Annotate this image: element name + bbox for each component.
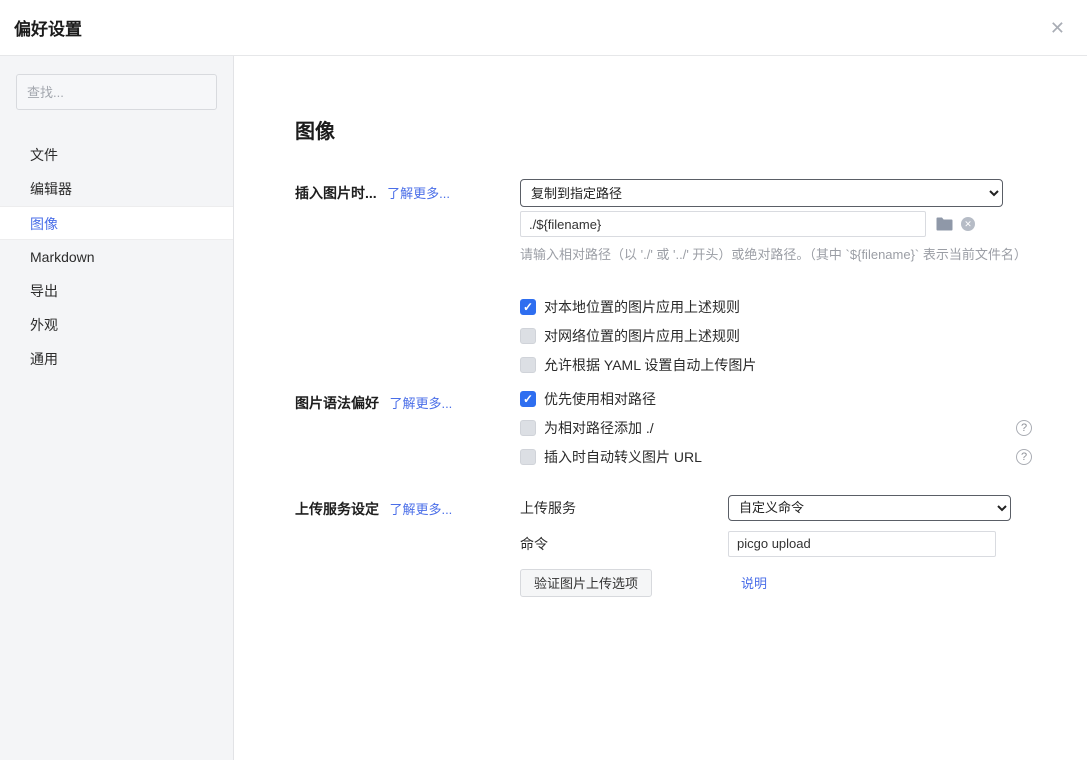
upload-service-row: 上传服务 自定义命令 bbox=[520, 495, 1032, 521]
upload-service-field-label: 上传服务 bbox=[520, 498, 728, 518]
upload-service-select[interactable]: 自定义命令 bbox=[728, 495, 1011, 521]
apply-local-rule-checkbox[interactable] bbox=[520, 299, 536, 315]
window-title: 偏好设置 bbox=[14, 15, 82, 40]
preferences-window: 偏好设置 ✕ 文件 编辑器 图像 Markdown 导出 外观 通用 图像 插入… bbox=[0, 0, 1087, 760]
escape-url-row: 插入时自动转义图片 URL ? bbox=[520, 447, 1032, 467]
command-input[interactable] bbox=[728, 531, 996, 557]
upload-service-label: 上传服务设定 bbox=[295, 501, 379, 517]
sidebar-item-general[interactable]: 通用 bbox=[0, 342, 233, 376]
sidebar: 文件 编辑器 图像 Markdown 导出 外观 通用 bbox=[0, 56, 234, 760]
clear-path-icon[interactable]: ✕ bbox=[961, 217, 975, 231]
add-dot-slash-checkbox[interactable] bbox=[520, 420, 536, 436]
insert-learn-more-link[interactable]: 了解更多... bbox=[387, 186, 450, 201]
sidebar-item-image[interactable]: 图像 bbox=[0, 206, 233, 240]
insert-image-label: 插入图片时... bbox=[295, 185, 377, 201]
apply-web-rule-row: 对网络位置的图片应用上述规则 bbox=[520, 326, 1032, 346]
window-header: 偏好设置 ✕ bbox=[0, 0, 1087, 56]
insert-action-select[interactable]: 复制到指定路径 bbox=[520, 179, 1003, 207]
escape-url-checkbox[interactable] bbox=[520, 449, 536, 465]
prefer-relative-path-checkbox[interactable] bbox=[520, 391, 536, 407]
image-syntax-section: 图片语法偏好 了解更多... 优先使用相对路径 为相对路径添加 ./ bbox=[295, 389, 1047, 467]
command-row: 命令 bbox=[520, 531, 1032, 557]
prefer-relative-path-row: 优先使用相对路径 bbox=[520, 389, 1032, 409]
command-field-label: 命令 bbox=[520, 534, 728, 554]
copy-path-input[interactable] bbox=[520, 211, 926, 237]
apply-local-rule-row: 对本地位置的图片应用上述规则 bbox=[520, 297, 1032, 317]
upload-service-section: 上传服务设定 了解更多... 上传服务 自定义命令 命令 bbox=[295, 495, 1047, 597]
folder-browse-icon[interactable] bbox=[936, 217, 953, 231]
page-title: 图像 bbox=[295, 115, 1047, 144]
yaml-auto-upload-row: 允许根据 YAML 设置自动上传图片 bbox=[520, 355, 1032, 375]
sidebar-item-appearance[interactable]: 外观 bbox=[0, 308, 233, 342]
sidebar-item-export[interactable]: 导出 bbox=[0, 274, 233, 308]
validate-upload-button[interactable]: 验证图片上传选项 bbox=[520, 569, 652, 597]
close-icon[interactable]: ✕ bbox=[1050, 19, 1065, 37]
validate-row: 验证图片上传选项 说明 bbox=[520, 569, 1032, 597]
sidebar-item-editor[interactable]: 编辑器 bbox=[0, 172, 233, 206]
upload-doc-link[interactable]: 说明 bbox=[741, 573, 767, 592]
sidebar-item-markdown[interactable]: Markdown bbox=[0, 240, 233, 274]
upload-learn-more-link[interactable]: 了解更多... bbox=[389, 502, 452, 517]
help-icon[interactable]: ? bbox=[1016, 449, 1032, 465]
sidebar-search bbox=[16, 74, 217, 110]
settings-panel: 图像 插入图片时... 了解更多... 复制到指定路径 bbox=[234, 56, 1087, 760]
path-hint-text: 请输入相对路径（以 './' 或 '../' 开头）或绝对路径。（其中 `${f… bbox=[520, 245, 1032, 265]
image-syntax-label: 图片语法偏好 bbox=[295, 395, 379, 411]
add-dot-slash-row: 为相对路径添加 ./ ? bbox=[520, 418, 1032, 438]
syntax-learn-more-link[interactable]: 了解更多... bbox=[389, 396, 452, 411]
apply-web-rule-checkbox[interactable] bbox=[520, 328, 536, 344]
help-icon[interactable]: ? bbox=[1016, 420, 1032, 436]
search-input[interactable] bbox=[16, 74, 217, 110]
sidebar-item-file[interactable]: 文件 bbox=[0, 138, 233, 172]
yaml-auto-upload-checkbox[interactable] bbox=[520, 357, 536, 373]
insert-image-section: 插入图片时... 了解更多... 复制到指定路径 ✕ bbox=[295, 179, 1047, 375]
